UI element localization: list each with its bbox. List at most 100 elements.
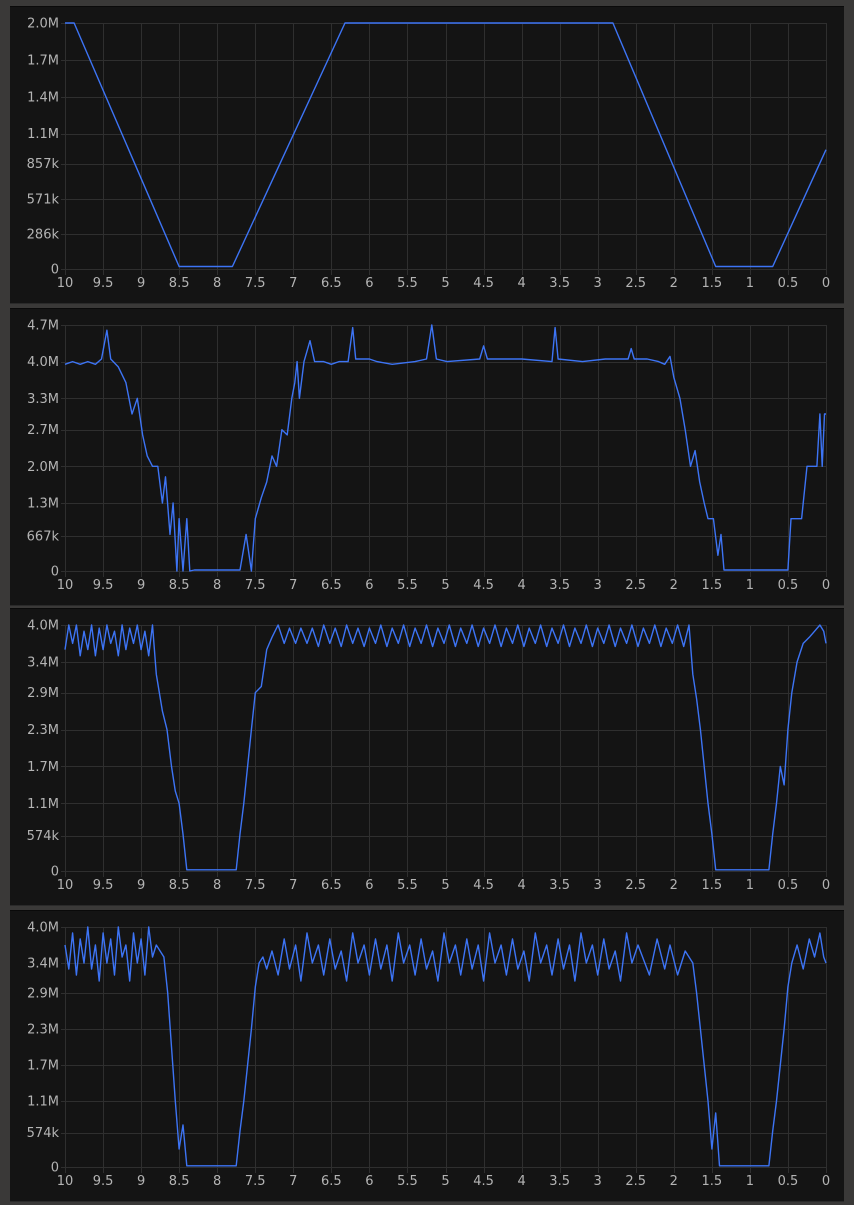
- chart-4-x-tick-label: 4: [517, 1174, 525, 1189]
- chart-3-x-tick-label: 0: [822, 878, 830, 893]
- chart-panel-3: 10 9.5 9 8.5 8 7.5 7 6.5 6 5.5 5 4.5 4 3.5 3 2.5 2 1.5 1 0.…: [10, 608, 844, 906]
- chart-1-x-tick-label: 3: [594, 276, 602, 291]
- chart-3-x-tick-label: 4: [517, 878, 525, 893]
- chart-3-x-tick-label: 7: [289, 878, 297, 893]
- chart-3-x-tick-label: 3.5: [549, 878, 570, 893]
- chart-4-x-tick-label: 1: [746, 1174, 754, 1189]
- chart-1-y-tick-label: 1.1M: [27, 127, 59, 142]
- chart-4-x-tick-label: 5.5: [397, 1174, 418, 1189]
- chart-2-x-tick-label: 0.5: [778, 578, 799, 593]
- chart-1-grid: [61, 23, 827, 275]
- chart-4-y-tick-label: 0: [51, 1161, 59, 1176]
- chart-4-x-tick-label: 1.5: [702, 1174, 723, 1189]
- chart-1-x-tick-label: 5.5: [397, 276, 418, 291]
- chart-1-x-tick-label: 0: [822, 276, 830, 291]
- chart-4-x-tick-label: 5: [441, 1174, 449, 1189]
- chart-3-x-tick-label: 5: [441, 878, 449, 893]
- chart-1-y-tick-label: 2.0M: [27, 17, 59, 32]
- chart-2-x-tick-label: 2: [670, 578, 678, 593]
- chart-1-x-tick-label: 1.5: [702, 276, 723, 291]
- chart-2-y-tick-label: 0: [51, 565, 59, 580]
- chart-2-x-tick-label: 9: [137, 578, 145, 593]
- chart-4-x-tick-label: 3: [594, 1174, 602, 1189]
- chart-3-x-tick-label: 9: [137, 878, 145, 893]
- chart-panel-1: 10 9.5 9 8.5 8 7.5 7 6.5 6 5.5 5 4.5 4 3.5 3 2.5 2 1.5 1 0.…: [10, 6, 844, 304]
- chart-1-x-tick-label: 7.5: [245, 276, 266, 291]
- chart-3-x-tick-label: 1.5: [702, 878, 723, 893]
- chart-2-x-tick-label: 9.5: [93, 578, 114, 593]
- chart-2-y-tick-label: 4.0M: [27, 355, 59, 370]
- chart-1-x-tick-label: 6: [365, 276, 373, 291]
- chart-4-x-tick-label: 8: [213, 1174, 221, 1189]
- chart-4-y-tick-label: 3.4M: [27, 957, 59, 972]
- chart-4-x-tick-label: 9: [137, 1174, 145, 1189]
- chart-4-x-tick-label: 10: [57, 1174, 74, 1189]
- chart-1-y-tick-label: 857k: [27, 157, 60, 172]
- chart-1-y-tick-label: 1.4M: [27, 90, 59, 105]
- chart-2-x-tick-label: 5.5: [397, 578, 418, 593]
- chart-1-x-tick-label: 3.5: [549, 276, 570, 291]
- chart-3-x-tick-label: 6: [365, 878, 373, 893]
- chart-3-y-tick-label: 3.4M: [27, 655, 59, 670]
- chart-3-x-tick-label: 3: [594, 878, 602, 893]
- chart-1-x-tick-label: 6.5: [321, 276, 342, 291]
- chart-1-x-tick-label: 0.5: [778, 276, 799, 291]
- chart-1-y-tick-label: 1.7M: [27, 53, 59, 68]
- chart-3-x-tick-label: 5.5: [397, 878, 418, 893]
- chart-2-x-tick-label: 0: [822, 578, 830, 593]
- chart-3-x-tick-label: 8.5: [169, 878, 190, 893]
- chart-2-x-tick-label: 3.5: [549, 578, 570, 593]
- chart-1-x-tick-label: 9.5: [93, 276, 114, 291]
- chart-2-x-tick-label: 5: [441, 578, 449, 593]
- chart-2-x-tick-label: 8: [213, 578, 221, 593]
- chart-4-x-tick-label: 6.5: [321, 1174, 342, 1189]
- chart-4-svg: 10 9.5 9 8.5 8 7.5 7 6.5 6 5.5 5 4.5 4 3.5 3 2.5 2 1.5 1 0.…: [27, 921, 830, 1190]
- chart-4-x-tick-label: 9.5: [93, 1174, 114, 1189]
- chart-2-x-tick-label: 2.5: [625, 578, 646, 593]
- chart-4-x-tick-label: 2: [670, 1174, 678, 1189]
- chart-stack: 10 9.5 9 8.5 8 7.5 7 6.5 6 5.5 5 4.5 4 3.5 3 2.5 2 1.5 1 0.…: [0, 0, 854, 1205]
- chart-3-x-tick-label: 8: [213, 878, 221, 893]
- chart-4-y-tick-label: 574k: [27, 1126, 60, 1141]
- chart-3-y-tick-label: 0: [51, 865, 59, 880]
- chart-2-y-tick-label: 2.0M: [27, 460, 59, 475]
- chart-4-y-tick-label: 2.9M: [27, 987, 59, 1002]
- chart-1-x-tick-label: 7: [289, 276, 297, 291]
- chart-1-x-tick-label: 4.5: [473, 276, 494, 291]
- chart-3-x-tick-label: 1: [746, 878, 754, 893]
- chart-1-x-tick-label: 2.5: [625, 276, 646, 291]
- chart-4-x-tick-label: 4.5: [473, 1174, 494, 1189]
- chart-3-x-tick-label: 0.5: [778, 878, 799, 893]
- chart-2-y-tick-label: 2.7M: [27, 423, 59, 438]
- chart-2-x-tick-label: 8.5: [169, 578, 190, 593]
- chart-1-x-tick-label: 10: [57, 276, 74, 291]
- chart-2-x-tick-label: 3: [594, 578, 602, 593]
- chart-3-x-tick-label: 2: [670, 878, 678, 893]
- chart-2-x-tick-label: 1: [746, 578, 754, 593]
- chart-2-x-tick-label: 4.5: [473, 578, 494, 593]
- chart-4-y-tick-label: 2.3M: [27, 1023, 59, 1038]
- chart-3-x-tick-label: 4.5: [473, 878, 494, 893]
- chart-2-x-tick-label: 7: [289, 578, 297, 593]
- chart-panel-2: 10 9.5 9 8.5 8 7.5 7 6.5 6 5.5 5 4.5 4 3.5 3 2.5 2 1.5 1 0.…: [10, 308, 844, 606]
- chart-1-x-tick-label: 4: [517, 276, 525, 291]
- chart-3-y-tick-label: 4.0M: [27, 619, 59, 634]
- chart-1-x-tick-label: 9: [137, 276, 145, 291]
- chart-4-x-tick-label: 3.5: [549, 1174, 570, 1189]
- chart-1-y-tick-label: 0: [51, 263, 59, 278]
- chart-3-y-tick-label: 2.9M: [27, 686, 59, 701]
- chart-2-x-tick-label: 6.5: [321, 578, 342, 593]
- chart-4-x-tick-label: 0: [822, 1174, 830, 1189]
- chart-1-x-tick-label: 1: [746, 276, 754, 291]
- chart-2-x-tick-label: 1.5: [702, 578, 723, 593]
- chart-4-y-tick-label: 1.7M: [27, 1059, 59, 1074]
- chart-1-y-tick-label: 571k: [27, 192, 60, 207]
- chart-3-y-tick-label: 1.1M: [27, 797, 59, 812]
- chart-3-x-tick-label: 10: [57, 878, 74, 893]
- chart-2-y-tick-label: 4.7M: [27, 319, 59, 334]
- chart-2-x-tick-label: 6: [365, 578, 373, 593]
- chart-4-x-tick-label: 8.5: [169, 1174, 190, 1189]
- chart-2-x-tick-label: 7.5: [245, 578, 266, 593]
- chart-4-grid: [61, 927, 827, 1173]
- chart-4-x-tick-label: 2.5: [625, 1174, 646, 1189]
